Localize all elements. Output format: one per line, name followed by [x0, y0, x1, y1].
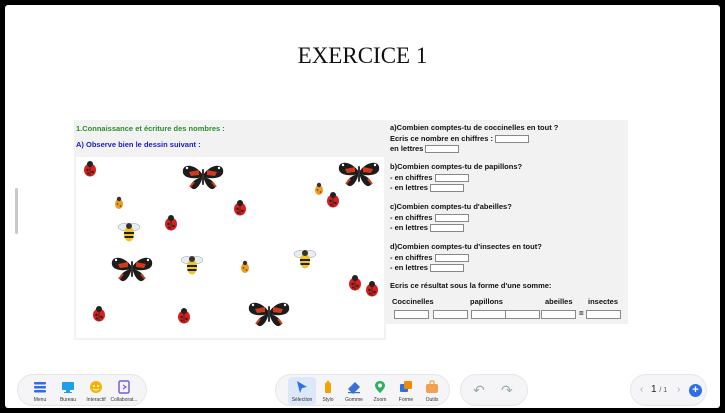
current-page: 1 [651, 384, 657, 395]
sum-boxes: = [390, 309, 630, 322]
sum-label-coccinelles: Coccinelles [392, 297, 434, 306]
tools-icon [426, 380, 438, 393]
zoom-icon [375, 381, 385, 393]
answer-box[interactable] [425, 145, 460, 154]
sum-label-abeilles: abeilles [545, 297, 573, 306]
ladybug-mark [326, 191, 340, 208]
collaboration-button[interactable]: Collaborat... [110, 377, 138, 405]
collaboration-icon [118, 380, 130, 394]
sum-labels: Coccinelles papillons abeilles insectes [390, 297, 626, 307]
question-a-letters-label: en lettres [390, 144, 424, 153]
ladybug-mark [233, 199, 247, 216]
letters-label: - en lettres [390, 223, 428, 232]
bee-mark [117, 222, 141, 242]
butterfly-mark [247, 301, 291, 328]
ladybug-mark [164, 214, 178, 231]
sum-label-papillons: papillons [470, 297, 503, 306]
toolbar-left: Menu Bureau Interactif Collaborat... [17, 374, 147, 406]
insect-drawing [76, 157, 384, 338]
answer-box[interactable] [429, 264, 464, 273]
tools-button[interactable]: Outils [418, 377, 446, 405]
question-c-title: c)Combien comptes-tu d'abeilles? [390, 202, 512, 211]
question-b: b)Combien comptes-tu de papillons? - en … [390, 162, 522, 194]
bee-mark [180, 255, 204, 275]
small-ladybug-mark [241, 260, 249, 273]
digits-label: - en chiffres [390, 172, 433, 182]
sum-instruction: Ecris ce résultat sous la forme d'une so… [390, 281, 552, 290]
answer-box[interactable] [434, 253, 469, 262]
worksheet-image: 1.Connaissance et écriture des nombres :… [74, 120, 628, 340]
redo-icon[interactable]: ↷ [501, 382, 513, 399]
sum-label-insectes: insectes [588, 297, 619, 306]
answer-box[interactable] [429, 184, 464, 193]
worksheet-left-panel: 1.Connaissance et écriture des nombres :… [74, 120, 386, 340]
eraser-icon [348, 382, 360, 394]
question-a: a)Combien comptes-tu de coccinelles en t… [390, 123, 558, 155]
small-ladybug-mark [115, 196, 123, 209]
insect-drawing-svg [83, 160, 381, 328]
tools-label: Outils [425, 397, 439, 403]
toolbar-tools: Sélection Stylo Gomme Zoom Forme Outils [275, 374, 450, 406]
sum-box[interactable] [505, 310, 540, 319]
interactive-icon [90, 381, 102, 393]
sum-box[interactable] [433, 310, 468, 319]
question-c: c)Combien comptes-tu d'abeilles? - en ch… [390, 202, 512, 234]
letters-label: - en lettres [390, 263, 428, 272]
shape-icon [400, 381, 412, 392]
question-d: d)Combien comptes-tu d'insectes en tout?… [390, 242, 542, 274]
digits-label: - en chiffres [390, 212, 433, 222]
next-page-icon[interactable]: › [677, 384, 680, 395]
question-b-title: b)Combien comptes-tu de papillons? [390, 162, 523, 171]
ladybug-mark [92, 305, 106, 322]
sum-box[interactable] [394, 310, 429, 319]
toolbar-history: ↶ ↷ [460, 374, 528, 406]
small-ladybug-mark [315, 182, 323, 195]
sum-box[interactable] [471, 310, 506, 319]
answer-box[interactable] [434, 213, 469, 222]
prev-page-icon[interactable]: ‹ [640, 384, 643, 395]
answer-box[interactable] [429, 224, 464, 233]
cursor-icon [297, 381, 307, 393]
page-indicator: 1 / 1 [651, 384, 667, 395]
side-panel-handle[interactable] [15, 188, 18, 234]
ladybug-mark [177, 307, 191, 324]
section-title: 1.Connaissance et écriture des nombres : [76, 124, 225, 133]
worksheet-questions: a)Combien comptes-tu de coccinelles en t… [386, 120, 628, 324]
page-title: EXERCICE 1 [297, 43, 428, 68]
answer-box[interactable] [434, 173, 469, 182]
question-a-title: a)Combien comptes-tu de coccinelles en t… [390, 123, 559, 132]
ladybug-mark [348, 274, 362, 291]
worksheet-subtitle: A) Observe bien le dessin suivant : [76, 140, 201, 149]
whiteboard-canvas[interactable]: EXERCICE 1 1.Connaissance et écriture de… [5, 5, 720, 408]
answer-box[interactable] [494, 134, 529, 143]
pen-icon [325, 380, 331, 393]
monitor-icon [62, 382, 74, 393]
page-navigator: ‹ 1 / 1 › + [630, 374, 707, 406]
collaboration-label: Collaborat... [110, 397, 138, 403]
butterfly-mark [337, 161, 381, 188]
total-pages: / 1 [659, 387, 668, 394]
equals-sign: = [579, 309, 584, 318]
menu-icon [34, 382, 46, 393]
sum-box[interactable] [541, 310, 576, 319]
butterfly-mark [110, 256, 154, 283]
question-d-title: d)Combien comptes-tu d'insectes en tout? [390, 242, 542, 251]
question-a-digits-label: Ecris ce nombre en chiffres : [390, 133, 493, 143]
digits-label: - en chiffres [390, 252, 433, 262]
add-page-button[interactable]: + [689, 384, 702, 397]
sum-box[interactable] [586, 310, 621, 319]
ladybug-mark [365, 280, 379, 297]
ladybug-mark [83, 160, 97, 177]
undo-icon[interactable]: ↶ [473, 382, 485, 399]
butterfly-mark [181, 164, 225, 191]
bee-mark [293, 249, 317, 269]
letters-label: - en lettres [390, 183, 428, 192]
